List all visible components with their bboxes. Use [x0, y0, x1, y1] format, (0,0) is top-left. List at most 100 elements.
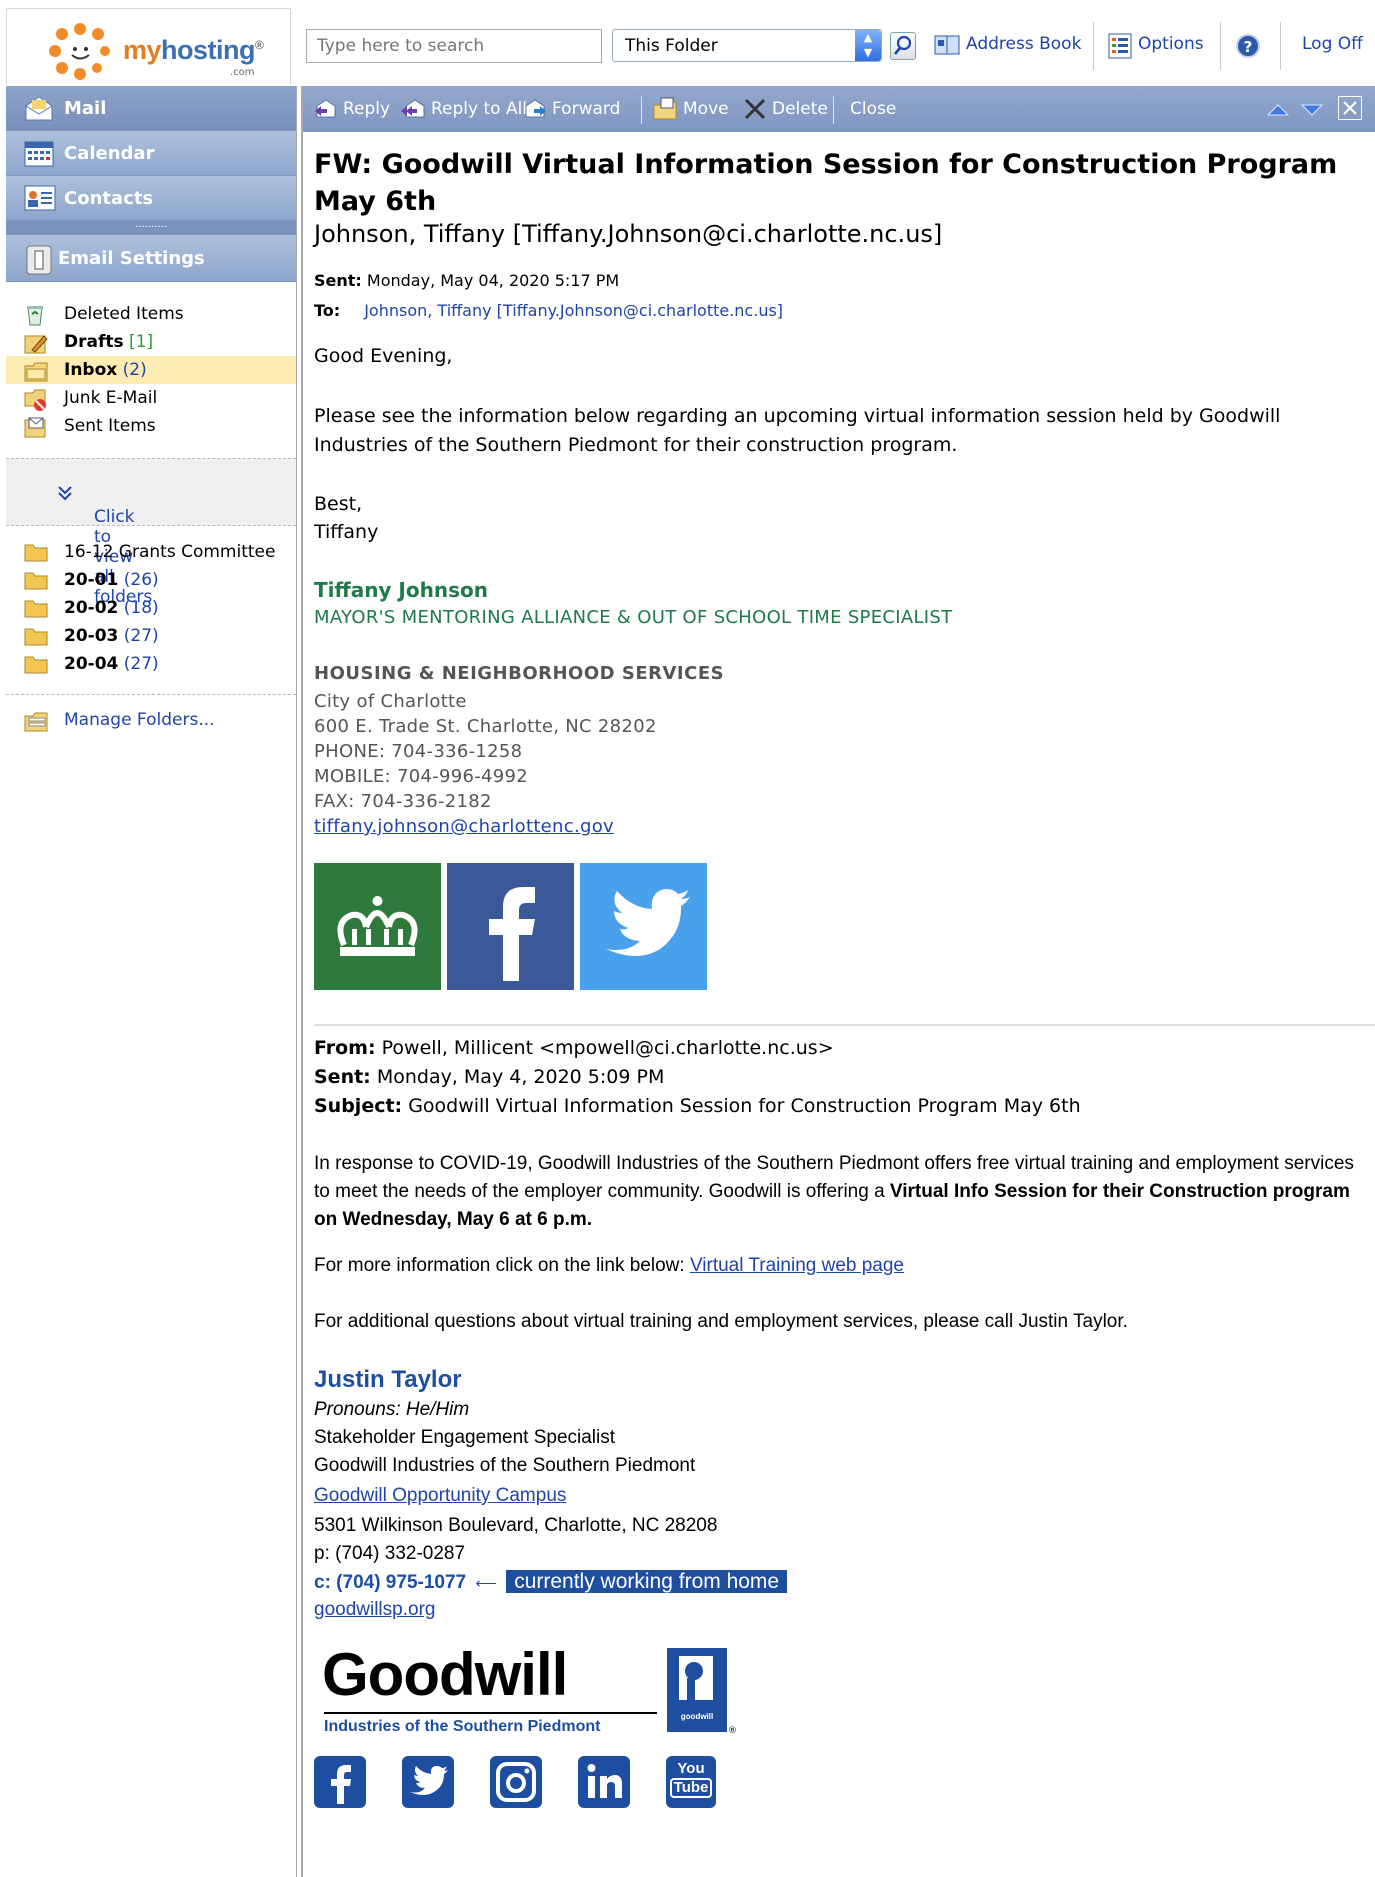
folder-20-02[interactable]: 20-02 (18) [6, 594, 296, 622]
sent-folder-icon [24, 417, 46, 438]
charlotte-crown-logo[interactable] [314, 863, 441, 990]
folder-drafts[interactable]: Drafts [1] [6, 328, 296, 356]
folder-count: (27) [123, 626, 159, 646]
signature-line: PHONE: 704-336-1258 [314, 741, 523, 762]
to-line: To: Johnson, Tiffany [Tiffany.Johnson@ci.… [314, 301, 783, 320]
search-button[interactable] [890, 32, 916, 60]
sidebar-splitter[interactable] [296, 86, 303, 1877]
folder-20-04[interactable]: 20-04 (27) [6, 650, 296, 678]
logo-registered-mark: ® [255, 38, 264, 52]
toolbar-divider [641, 96, 642, 124]
justin-taylor-title: Stakeholder Engagement Specialist [314, 1427, 616, 1448]
goodwill-logo[interactable]: Goodwill Industries of the Southern Pied… [322, 1641, 742, 1738]
close-icon [1343, 101, 1357, 115]
address-book-link[interactable]: Address Book [966, 34, 1081, 54]
folder-icon [24, 572, 48, 590]
nav-calendar[interactable]: Calendar [6, 131, 296, 176]
settings-switch-icon [26, 245, 52, 275]
goodwill-linkedin-button[interactable] [578, 1756, 630, 1808]
previous-item-icon[interactable] [1266, 100, 1290, 120]
goodwill-logo-word: Goodwill [322, 1641, 568, 1708]
forward-button[interactable]: Forward [552, 99, 620, 119]
nav-mail[interactable]: Mail [6, 86, 296, 131]
delete-button[interactable]: Delete [772, 99, 828, 119]
fw-subject-value: Goodwill Virtual Information Session for… [408, 1095, 1081, 1117]
nav-email-settings[interactable]: Email Settings [6, 235, 296, 282]
help-icon[interactable]: ? [1235, 33, 1261, 59]
signature-line: City of Charlotte [314, 691, 467, 712]
goodwill-youtube-button[interactable]: You Tube [666, 1756, 716, 1808]
sent-line: Sent: Monday, May 04, 2020 5:17 PM [314, 271, 619, 290]
myhosting-logo[interactable]: myhosting® .com [6, 8, 291, 85]
signature-name: Tiffany Johnson [314, 578, 488, 602]
move-button[interactable]: Move [683, 99, 729, 119]
fw-subject-line: Subject: Goodwill Virtual Information Se… [314, 1092, 1081, 1121]
reply-button[interactable]: Reply [343, 99, 390, 119]
goodwill-campus-link[interactable]: Goodwill Opportunity Campus [314, 1482, 566, 1510]
facebook-button[interactable] [447, 863, 574, 990]
folder-junk-email[interactable]: Junk E-Mail [6, 384, 296, 412]
close-button[interactable]: Close [850, 99, 896, 119]
signature-address-block: City of Charlotte 600 E. Trade St. Charl… [314, 689, 657, 839]
folder-name: 16-12 Grants Committee [64, 542, 276, 562]
youtube-icon: You Tube [666, 1756, 716, 1798]
forward-icon [525, 99, 546, 118]
folder-icon [24, 628, 48, 646]
view-all-folders-button[interactable]: Click to view all folders [6, 459, 296, 607]
instagram-icon [496, 1762, 536, 1802]
crown-icon [337, 896, 418, 956]
drafts-folder-icon [24, 335, 48, 354]
fw-paragraph-link: For more information click on the link b… [314, 1252, 904, 1280]
folder-count: (2) [122, 360, 147, 380]
twitter-icon [606, 889, 690, 956]
nav-resize-grip[interactable]: .......... [6, 220, 296, 235]
goodwill-badge-text: goodwill [680, 1712, 714, 1721]
goodwill-smile-icon: goodwill [667, 1648, 727, 1732]
goodwill-instagram-button[interactable] [490, 1756, 542, 1808]
signature-email-link[interactable]: tiffany.johnson@charlottenc.gov [314, 814, 657, 839]
signature-line: FAX: 704-336-2182 [314, 791, 492, 812]
folder-deleted-items[interactable]: Deleted Items [6, 300, 296, 328]
twitter-button[interactable] [580, 863, 707, 990]
reply-all-button[interactable]: Reply to All [431, 99, 527, 119]
toolbar-divider [1220, 22, 1221, 70]
justin-taylor-org: Goodwill Industries of the Southern Pied… [314, 1455, 696, 1476]
fw-sent-line: Sent: Monday, May 4, 2020 5:09 PM [314, 1063, 664, 1092]
folder-inbox[interactable]: Inbox (2) [6, 356, 296, 384]
toolbar-divider [833, 96, 834, 124]
manage-folders-link[interactable]: Manage Folders... [6, 706, 296, 734]
nav-contacts-label: Contacts [64, 188, 154, 209]
folder-16-12-grants-committee[interactable]: 16-12 Grants Committee [6, 538, 296, 566]
folder-20-01[interactable]: 20-01 (26) [6, 566, 296, 594]
close-pane-button[interactable] [1338, 96, 1362, 120]
options-link[interactable]: Options [1138, 34, 1204, 54]
youtube-you-label: You [677, 1760, 705, 1777]
inbox-folder-icon [24, 362, 48, 382]
folder-name: Inbox [64, 360, 118, 380]
folder-20-03[interactable]: 20-03 (27) [6, 622, 296, 650]
next-item-icon[interactable] [1300, 100, 1324, 120]
goodwill-facebook-button[interactable] [314, 1756, 366, 1808]
search-input[interactable] [306, 29, 602, 63]
justin-taylor-phone: p: (704) 332-0287 [314, 1543, 466, 1564]
folder-count: (26) [123, 570, 159, 590]
goodwill-website-link[interactable]: goodwillsp.org [314, 1596, 435, 1624]
nav-contacts[interactable]: Contacts [6, 176, 296, 221]
folder-count: [1] [129, 332, 154, 352]
greeting: Good Evening, [314, 345, 453, 367]
folder-name: 20-04 [64, 654, 119, 674]
to-recipient-link[interactable]: Johnson, Tiffany [Tiffany.Johnson@ci.cha… [364, 301, 783, 320]
fw-sent-value: Monday, May 4, 2020 5:09 PM [376, 1066, 665, 1088]
goodwill-twitter-button[interactable] [402, 1756, 454, 1808]
search-scope-select[interactable]: This Folder ▲ ▼ [612, 29, 882, 62]
sun-logo-icon [49, 23, 110, 80]
signature-title: MAYOR'S MENTORING ALLIANCE & OUT OF SCHO… [314, 607, 953, 628]
folder-icon [24, 600, 48, 618]
twitter-icon [410, 1766, 448, 1795]
nav-calendar-label: Calendar [64, 143, 155, 164]
search-icon [894, 35, 912, 55]
folder-sent-items[interactable]: Sent Items [6, 412, 296, 440]
virtual-training-link[interactable]: Virtual Training web page [690, 1255, 904, 1276]
log-off-link[interactable]: Log Off [1302, 34, 1363, 54]
reply-icon [315, 99, 336, 118]
